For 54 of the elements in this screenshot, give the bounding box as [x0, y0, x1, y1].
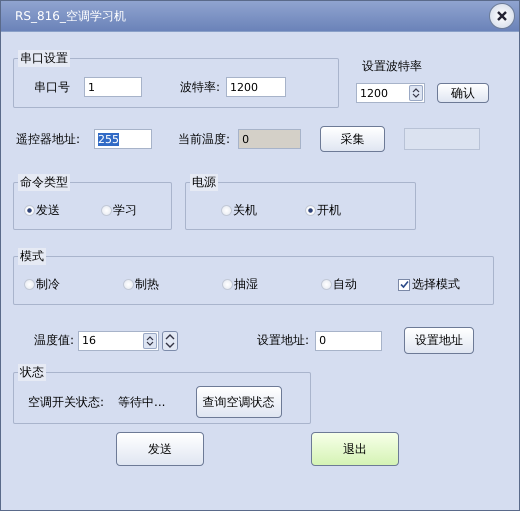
- remote-address-field[interactable]: 255: [94, 129, 152, 149]
- up-down-arrows-icon: [412, 88, 420, 98]
- window-title: RS_816_空调学习机: [15, 8, 126, 24]
- radio-button[interactable]: 学习: [101, 202, 161, 218]
- port-field[interactable]: 1: [84, 77, 142, 97]
- baud-label: 波特率:: [180, 78, 220, 96]
- group-label: 状态: [18, 364, 46, 381]
- set-address-button[interactable]: 设置地址: [404, 327, 474, 354]
- radio-button[interactable]: 开机: [305, 202, 365, 218]
- port-label: 串口号: [34, 78, 70, 96]
- radio-button[interactable]: 自动: [321, 276, 398, 293]
- group-label: 电源: [190, 174, 218, 191]
- radio-button[interactable]: 关机: [221, 202, 305, 218]
- baud-field[interactable]: 1200: [226, 77, 286, 97]
- temperature-reading-label: 当前温度:: [178, 130, 230, 148]
- checkbox-box[interactable]: [398, 278, 410, 290]
- baud-dropdown[interactable]: 1200: [356, 83, 425, 103]
- radio-dot[interactable]: [222, 279, 233, 290]
- spin-button[interactable]: [143, 332, 158, 348]
- dialog-button[interactable]: 发送: [116, 432, 204, 466]
- radio-dot[interactable]: [24, 204, 35, 216]
- radio-dot[interactable]: [321, 279, 332, 290]
- remote-address-label: 遥控器地址:: [16, 130, 80, 148]
- group-label: 串口设置: [18, 50, 70, 67]
- switch-status-label: 空调开关状态:: [28, 394, 104, 410]
- checkmark-icon: [400, 280, 408, 289]
- radio-dot[interactable]: [101, 204, 112, 216]
- radio-dot[interactable]: [305, 204, 316, 216]
- temperature-label: 温度值:: [34, 332, 74, 349]
- radio-dot[interactable]: [123, 279, 134, 290]
- status-value: 等待中...: [118, 394, 166, 410]
- radio-button[interactable]: 抽湿: [222, 276, 321, 293]
- stepper-icon[interactable]: [162, 330, 178, 350]
- set-address-label: 设置地址:: [257, 332, 310, 349]
- radio-button[interactable]: 发送: [24, 202, 101, 218]
- spin-button[interactable]: [409, 85, 423, 101]
- temperature-spinbox[interactable]: 16: [78, 330, 160, 350]
- collect-button[interactable]: 采集: [320, 126, 386, 152]
- temperature-reading-field[interactable]: 0: [238, 129, 302, 149]
- confirm-button[interactable]: 确认: [437, 83, 489, 103]
- radio-dot[interactable]: [221, 204, 232, 216]
- group-label: 模式: [18, 248, 46, 265]
- baud-setting-label: 设置波特率: [362, 58, 422, 75]
- close-icon: [496, 10, 508, 22]
- up-down-arrows-icon: [146, 336, 154, 346]
- radio-dot[interactable]: [24, 279, 35, 290]
- query-status-button[interactable]: 查询空调状态: [196, 386, 282, 418]
- select-mode-checkbox[interactable]: 选择模式: [398, 276, 460, 293]
- group-label: 命令类型: [18, 174, 70, 191]
- dialog-button[interactable]: 退出: [311, 432, 399, 466]
- radio-button[interactable]: 制冷: [24, 276, 123, 293]
- close-button[interactable]: [489, 3, 515, 29]
- set-address-field[interactable]: 0: [315, 330, 382, 350]
- radio-button[interactable]: 制热: [123, 276, 222, 293]
